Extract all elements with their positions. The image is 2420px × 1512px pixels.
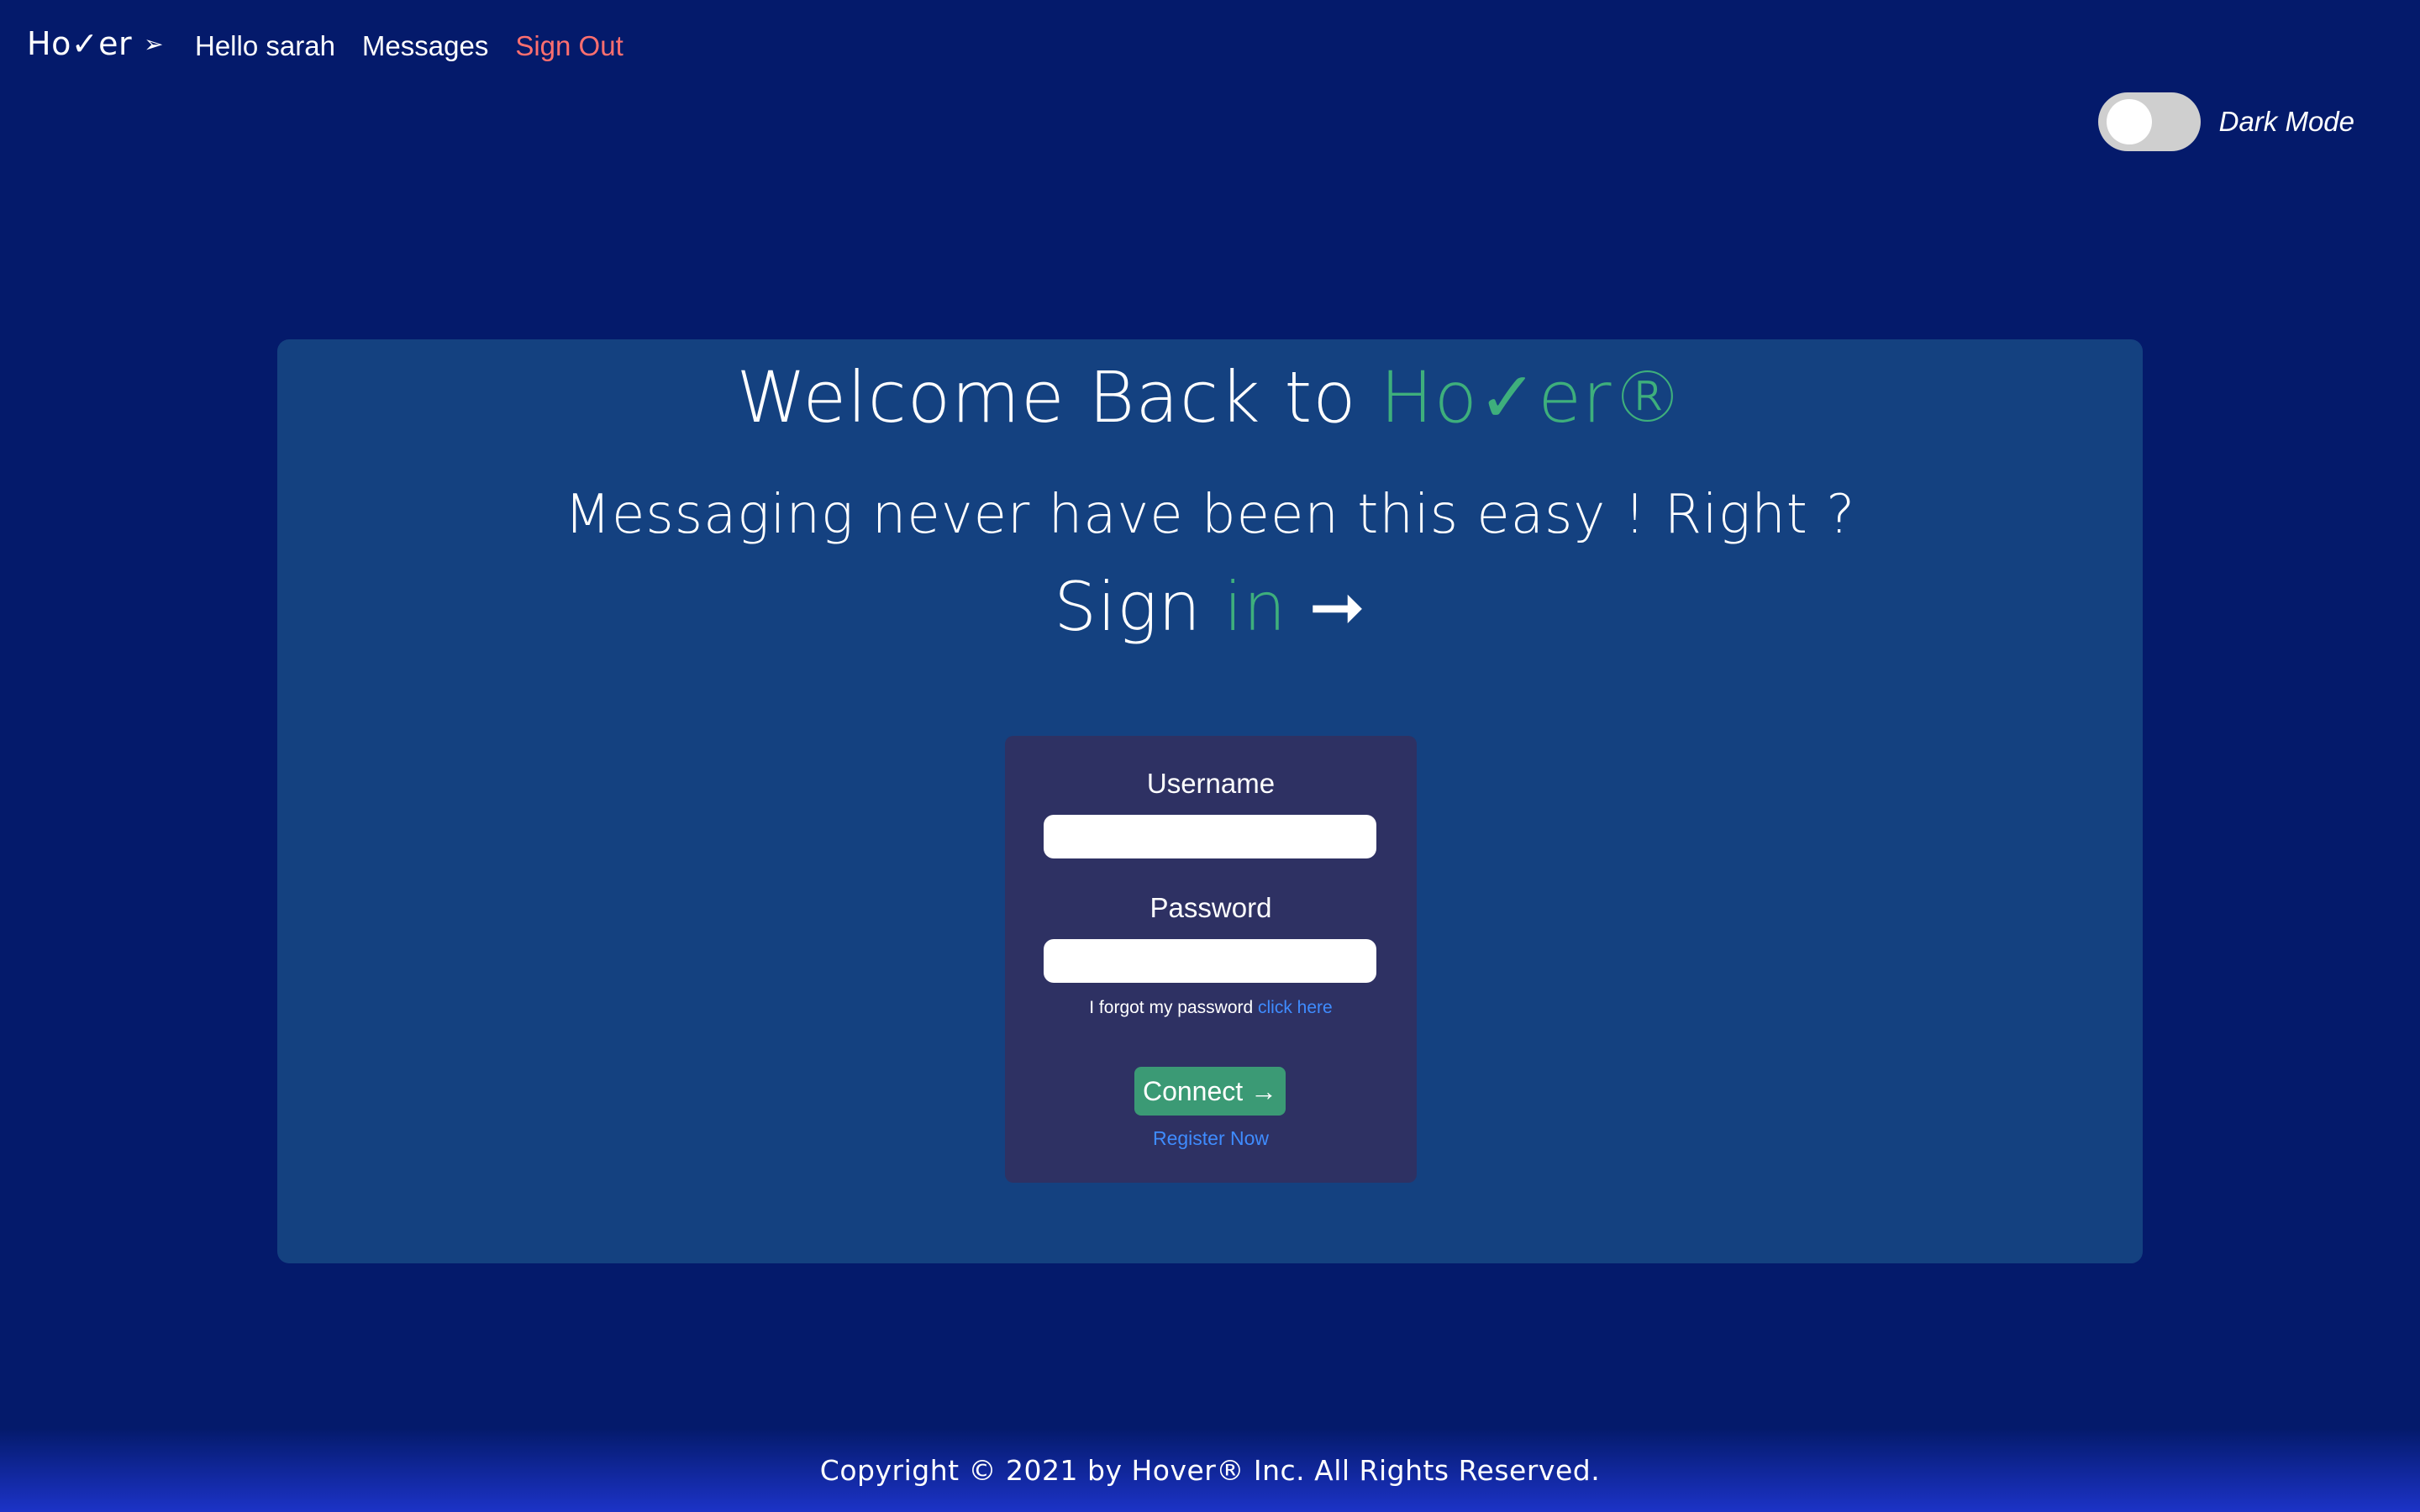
register-link[interactable]: Register Now [1005,1127,1417,1150]
connect-button[interactable]: Connect → [1134,1067,1286,1116]
username-label: Username [1146,768,1276,799]
sign-in-accent: in [1223,568,1287,646]
navbar: Ho✓er ➢ Hello sarah Messages Sign Out [0,0,2420,94]
forgot-password-link[interactable]: click here [1258,998,1333,1017]
welcome-panel: Welcome Back to Ho✓er® Messaging never h… [277,339,2143,1263]
dark-mode-toggle[interactable] [2097,92,2201,151]
copyright-text: Copyright © 2021 by Hover® Inc. All Righ… [819,1453,1601,1487]
dark-mode-label: Dark Mode [2218,106,2354,137]
sign-in-word: Sign [1054,568,1224,646]
nav-sign-out-link[interactable]: Sign Out [515,30,623,62]
nav-greeting-link[interactable]: Hello sarah [195,30,335,62]
arrow-icon: ➢ [144,29,165,58]
brand-logo[interactable]: Ho✓er ➢ [27,25,164,62]
welcome-brand: Ho✓er® [1380,356,1684,438]
dark-mode-toggle-group: Dark Mode [2097,92,2354,151]
sign-in-heading: Sign in ➞ [277,568,2143,646]
nav-messages-link[interactable]: Messages [362,30,488,62]
nav-links: Hello sarah Messages Sign Out [195,30,623,62]
forgot-password-text: I forgot my password click here [1005,998,1417,1018]
forgot-password-label: I forgot my password [1089,998,1259,1017]
password-label: Password [1150,892,1272,923]
right-arrow-icon: ➞ [1308,568,1366,646]
brand-name: Ho✓er [27,25,133,62]
toggle-knob [2106,99,2152,144]
tagline: Messaging never have been this easy ! Ri… [564,484,1856,546]
login-card: Username Password I forgot my password c… [1005,736,1417,1183]
footer: Copyright © 2021 by Hover® Inc. All Righ… [0,1428,2420,1512]
welcome-heading: Welcome Back to Ho✓er® [277,356,2143,438]
welcome-prefix: Welcome Back to [736,356,1381,438]
password-input[interactable] [1044,939,1376,983]
username-input[interactable] [1044,815,1376,858]
